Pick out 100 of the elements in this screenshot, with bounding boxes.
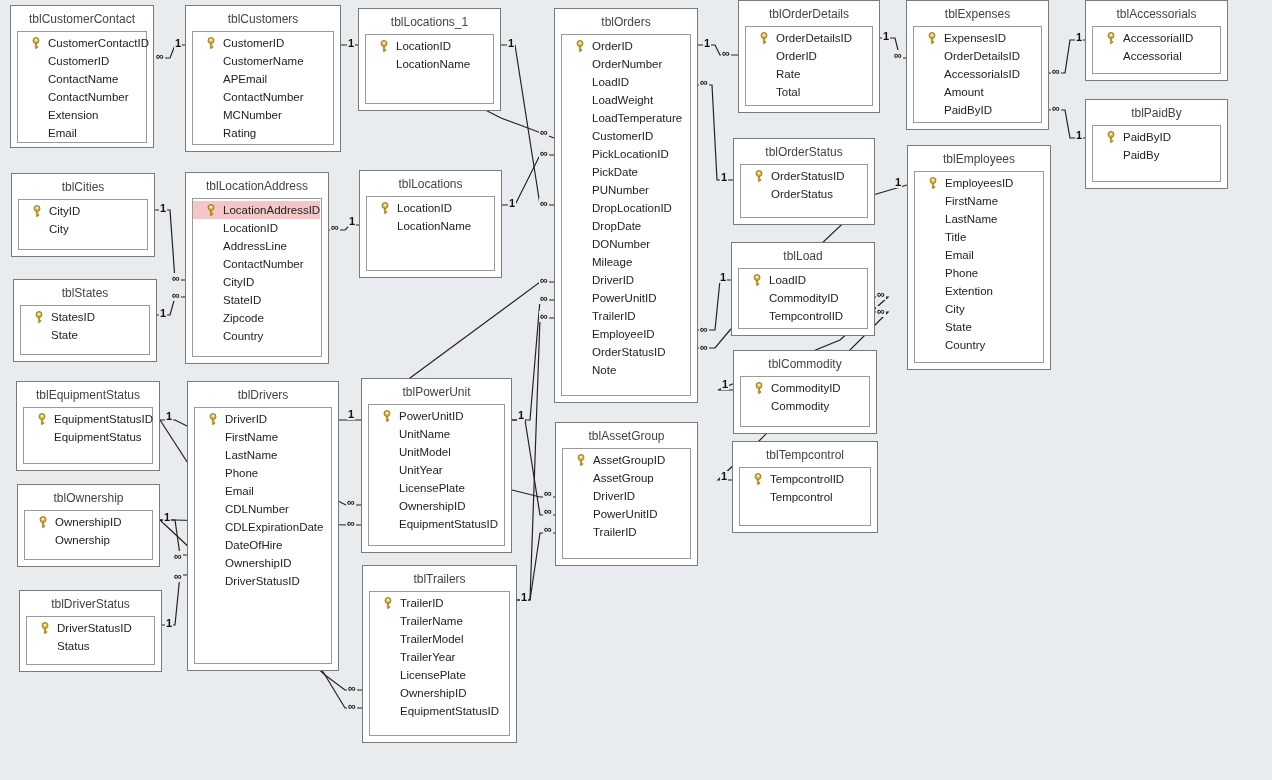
- table-title[interactable]: tblLocationAddress: [186, 173, 328, 198]
- field-name[interactable]: APEmail: [193, 70, 332, 88]
- table-card[interactable]: tblPowerUnit PowerUnitID UnitName UnitModel UnitYear LicensePlate OwnershipID EquipmentStatusID: [361, 378, 512, 553]
- field-name[interactable]: Phone: [915, 264, 1042, 282]
- field-name[interactable]: OwnershipID: [369, 497, 503, 515]
- field-name[interactable]: OrderStatusID: [562, 343, 689, 361]
- field-name[interactable]: CityID: [193, 273, 320, 291]
- field-name[interactable]: OwnershipID: [195, 554, 330, 572]
- table-title[interactable]: tblPaidBy: [1086, 100, 1227, 125]
- field-name[interactable]: PaidBy: [1093, 146, 1219, 164]
- field-name[interactable]: PowerUnitID: [369, 407, 503, 425]
- field-name[interactable]: PUNumber: [562, 181, 689, 199]
- field-name[interactable]: CommodityID: [741, 379, 868, 397]
- field-name[interactable]: DateOfHire: [195, 536, 330, 554]
- field-name[interactable]: ContactNumber: [193, 88, 332, 106]
- table-title[interactable]: tblStates: [14, 280, 156, 305]
- field-name[interactable]: PaidByID: [1093, 128, 1219, 146]
- field-name[interactable]: LocationID: [366, 37, 492, 55]
- field-name[interactable]: AccessorialID: [1093, 29, 1219, 47]
- table-title[interactable]: tblLocations: [360, 171, 501, 196]
- table-card[interactable]: tblLoad LoadID CommodityID TempcontrolID: [731, 242, 875, 336]
- field-name[interactable]: PowerUnitID: [563, 505, 689, 523]
- field-name[interactable]: State: [915, 318, 1042, 336]
- field-name[interactable]: Extension: [18, 106, 145, 124]
- field-name[interactable]: LoadID: [739, 271, 866, 289]
- field-name[interactable]: TempcontrolID: [740, 470, 869, 488]
- field-name[interactable]: OwnershipID: [25, 513, 151, 531]
- table-card[interactable]: tblDrivers DriverID FirstName LastName Phone Email CDLNumber CDLExpirationDate DateOfHire OwnershipID DriverStatusID: [187, 381, 339, 671]
- field-name[interactable]: CustomerID: [562, 127, 689, 145]
- table-title[interactable]: tblEquipmentStatus: [17, 382, 159, 407]
- field-name[interactable]: TrailerID: [563, 523, 689, 541]
- table-title[interactable]: tblTempcontrol: [733, 442, 877, 467]
- table-card[interactable]: tblOwnership OwnershipID Ownership: [17, 484, 160, 567]
- table-card[interactable]: tblTrailers TrailerID TrailerName TrailerModel TrailerYear LicensePlate OwnershipID EquipmentStatusID: [362, 565, 517, 743]
- table-card[interactable]: tblCustomerContact CustomerContactID CustomerID ContactName ContactNumber Extension Email: [10, 5, 154, 148]
- field-name[interactable]: CustomerID: [18, 52, 145, 70]
- field-name[interactable]: City: [915, 300, 1042, 318]
- table-card[interactable]: tblAccessorials AccessorialID Accessorial: [1085, 0, 1228, 81]
- field-name[interactable]: PickLocationID: [562, 145, 689, 163]
- table-title[interactable]: tblCustomerContact: [11, 6, 153, 31]
- field-name[interactable]: LocationName: [366, 55, 492, 73]
- field-name[interactable]: OrderStatus: [741, 185, 866, 203]
- table-title[interactable]: tblDriverStatus: [20, 591, 161, 616]
- field-name[interactable]: AddressLine: [193, 237, 320, 255]
- field-name[interactable]: OrderStatusID: [741, 167, 866, 185]
- field-name[interactable]: Email: [195, 482, 330, 500]
- field-name[interactable]: Commodity: [741, 397, 868, 415]
- field-name[interactable]: LoadID: [562, 73, 689, 91]
- field-name[interactable]: LocationID: [367, 199, 493, 217]
- field-name[interactable]: CustomerName: [193, 52, 332, 70]
- field-name[interactable]: Phone: [195, 464, 330, 482]
- field-name[interactable]: TrailerYear: [370, 648, 508, 666]
- table-card[interactable]: tblEmployees EmployeesID FirstName LastName Title Email Phone Extention City State Country: [907, 145, 1051, 370]
- table-title[interactable]: tblPowerUnit: [362, 379, 511, 404]
- table-title[interactable]: tblDrivers: [188, 382, 338, 407]
- field-name[interactable]: StatesID: [21, 308, 148, 326]
- table-card[interactable]: tblOrderStatus OrderStatusID OrderStatus: [733, 138, 875, 225]
- table-title[interactable]: tblCommodity: [734, 351, 876, 376]
- field-name[interactable]: DropLocationID: [562, 199, 689, 217]
- table-card[interactable]: tblAssetGroup AssetGroupID AssetGroup DriverID PowerUnitID TrailerID: [555, 422, 698, 566]
- field-name[interactable]: Country: [193, 327, 320, 345]
- field-name[interactable]: CDLNumber: [195, 500, 330, 518]
- field-name[interactable]: OwnershipID: [370, 684, 508, 702]
- table-title[interactable]: tblExpenses: [907, 1, 1048, 26]
- field-name[interactable]: City: [19, 220, 146, 238]
- table-card[interactable]: tblCities CityID City: [11, 173, 155, 257]
- table-title[interactable]: tblLocations_1: [359, 9, 500, 34]
- field-name[interactable]: OrderDetailsID: [746, 29, 871, 47]
- field-name[interactable]: UnitModel: [369, 443, 503, 461]
- field-name[interactable]: TrailerID: [370, 594, 508, 612]
- field-name[interactable]: AssetGroup: [563, 469, 689, 487]
- field-name[interactable]: EquipmentStatus: [24, 428, 151, 446]
- table-card[interactable]: tblTempcontrol TempcontrolID Tempcontrol: [732, 441, 878, 533]
- table-card[interactable]: tblLocations_1 LocationID LocationName: [358, 8, 501, 111]
- field-name[interactable]: LicensePlate: [369, 479, 503, 497]
- table-card[interactable]: tblLocationAddress LocationAddressID LocationID AddressLine ContactNumber CityID StateID Zipcode Country: [185, 172, 329, 364]
- field-name[interactable]: Rating: [193, 124, 332, 142]
- field-name[interactable]: EmployeeID: [562, 325, 689, 343]
- field-name[interactable]: LocationName: [367, 217, 493, 235]
- field-name[interactable]: OrderNumber: [562, 55, 689, 73]
- table-card[interactable]: tblLocations LocationID LocationName: [359, 170, 502, 278]
- field-name[interactable]: Zipcode: [193, 309, 320, 327]
- table-title[interactable]: tblOrderStatus: [734, 139, 874, 164]
- field-name[interactable]: Country: [915, 336, 1042, 354]
- table-title[interactable]: tblOrders: [555, 9, 697, 34]
- table-title[interactable]: tblOwnership: [18, 485, 159, 510]
- table-title[interactable]: tblAssetGroup: [556, 423, 697, 448]
- table-title[interactable]: tblAccessorials: [1086, 1, 1227, 26]
- field-name[interactable]: ContactName: [18, 70, 145, 88]
- field-name[interactable]: CityID: [19, 202, 146, 220]
- table-title[interactable]: tblOrderDetails: [739, 1, 879, 26]
- field-name[interactable]: Status: [27, 637, 153, 655]
- field-name[interactable]: DONumber: [562, 235, 689, 253]
- field-name[interactable]: DriverStatusID: [195, 572, 330, 590]
- field-name[interactable]: PickDate: [562, 163, 689, 181]
- field-name[interactable]: LoadTemperature: [562, 109, 689, 127]
- field-name[interactable]: Email: [18, 124, 145, 142]
- field-name[interactable]: AssetGroupID: [563, 451, 689, 469]
- field-name[interactable]: Tempcontrol: [740, 488, 869, 506]
- table-title[interactable]: tblTrailers: [363, 566, 516, 591]
